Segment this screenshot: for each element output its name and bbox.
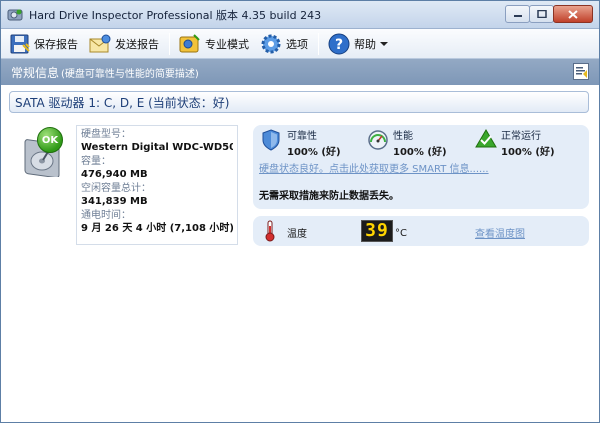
send-report-label: 发送报告 — [115, 37, 159, 51]
minimize-button[interactable] — [505, 5, 530, 23]
expert-mode-icon — [179, 33, 200, 52]
window-title: Hard Drive Inspector Professional 版本 4.3… — [29, 8, 322, 22]
status-ok-badge: OK — [37, 127, 63, 153]
help-button[interactable]: ? 帮助 — [323, 31, 397, 57]
temperature-history-link[interactable]: 查看温度图 — [475, 225, 525, 240]
temperature-unit: °C — [395, 228, 407, 239]
temperature-panel: 温度 39 °C 查看温度图 — [253, 216, 589, 246]
gear-icon — [261, 34, 281, 53]
close-icon — [568, 9, 578, 19]
help-question-icon: ? — [328, 33, 350, 54]
uptime-label: 正常运行 — [501, 131, 541, 142]
expert-mode-label: 专业模式 — [205, 37, 249, 51]
checkmark-triangle-icon — [475, 129, 497, 148]
reliability-label: 可靠性 — [287, 131, 317, 142]
expert-mode-button[interactable]: 专业模式 — [174, 31, 255, 57]
window-controls — [505, 5, 593, 23]
save-report-label: 保存报告 — [34, 37, 78, 51]
toolbar-separator — [318, 32, 319, 55]
save-report-button[interactable]: 保存报告 — [5, 31, 84, 57]
speedometer-icon — [368, 130, 388, 150]
temperature-label: 温度 — [287, 229, 307, 240]
thermometer-icon — [265, 220, 275, 242]
section-description: (硬盘可靠性与性能的简要描述) — [61, 68, 199, 80]
reliability-value: 100% (好) — [287, 147, 341, 158]
capacity-label: 容量： — [81, 156, 111, 167]
free-space-value: 341,839 MB — [81, 196, 148, 207]
performance-label: 性能 — [393, 131, 413, 142]
drive-info-box: 硬盘型号： Western Digital WDC-WD50... 容量： 47… — [76, 125, 238, 245]
drive-title: SATA 驱动器 1: C, D, E (当前状态：好) — [15, 95, 230, 110]
app-icon — [7, 9, 23, 20]
report-document-icon[interactable] — [573, 63, 589, 80]
smart-info-link[interactable]: 硬盘状态良好。点击此处获取更多 SMART 信息...... — [259, 160, 489, 175]
toolbar: 保存报告 发送报告 专业模式 选项 ? 帮助 — [1, 29, 599, 59]
chevron-down-icon — [380, 41, 388, 46]
uptime-value: 100% (好) — [501, 147, 555, 158]
options-button[interactable]: 选项 — [255, 31, 314, 57]
toolbar-separator — [169, 32, 170, 55]
help-label: 帮助 — [354, 37, 376, 51]
free-space-label: 空闲容量总计： — [81, 183, 151, 194]
envelope-icon — [89, 34, 111, 52]
health-panel: 可靠性 100% (好) 性能 100% (好) 正常运行 100% (好) 硬… — [253, 125, 589, 209]
minimize-icon — [513, 15, 522, 17]
model-value: Western Digital WDC-WD50... — [81, 142, 233, 153]
maximize-icon — [536, 10, 547, 18]
advice-text: 无需采取措施来防止数据丢失。 — [259, 191, 399, 202]
shield-icon — [262, 129, 280, 151]
send-report-button[interactable]: 发送报告 — [84, 31, 165, 57]
svg-text:?: ? — [335, 37, 343, 53]
model-label: 硬盘型号： — [81, 129, 131, 140]
drive-header[interactable]: SATA 驱动器 1: C, D, E (当前状态：好) — [9, 91, 589, 113]
power-on-time-value: 9 月 26 天 4 小时 (7,108 小时)？ — [81, 223, 233, 234]
temperature-display: 39 — [361, 220, 393, 242]
section-title: 常规信息 — [11, 65, 60, 80]
floppy-disk-icon — [10, 34, 30, 53]
title-bar[interactable]: Hard Drive Inspector Professional 版本 4.3… — [1, 1, 599, 29]
close-button[interactable] — [553, 5, 593, 23]
maximize-button[interactable] — [529, 5, 554, 23]
performance-value: 100% (好) — [393, 147, 447, 158]
general-info-bar: 常规信息 (硬盘可靠性与性能的简要描述) — [1, 59, 599, 85]
options-label: 选项 — [286, 37, 308, 51]
capacity-value: 476,940 MB — [81, 169, 148, 180]
power-on-time-label: 通电时间： — [81, 210, 131, 221]
app-window: Hard Drive Inspector Professional 版本 4.3… — [0, 0, 600, 423]
